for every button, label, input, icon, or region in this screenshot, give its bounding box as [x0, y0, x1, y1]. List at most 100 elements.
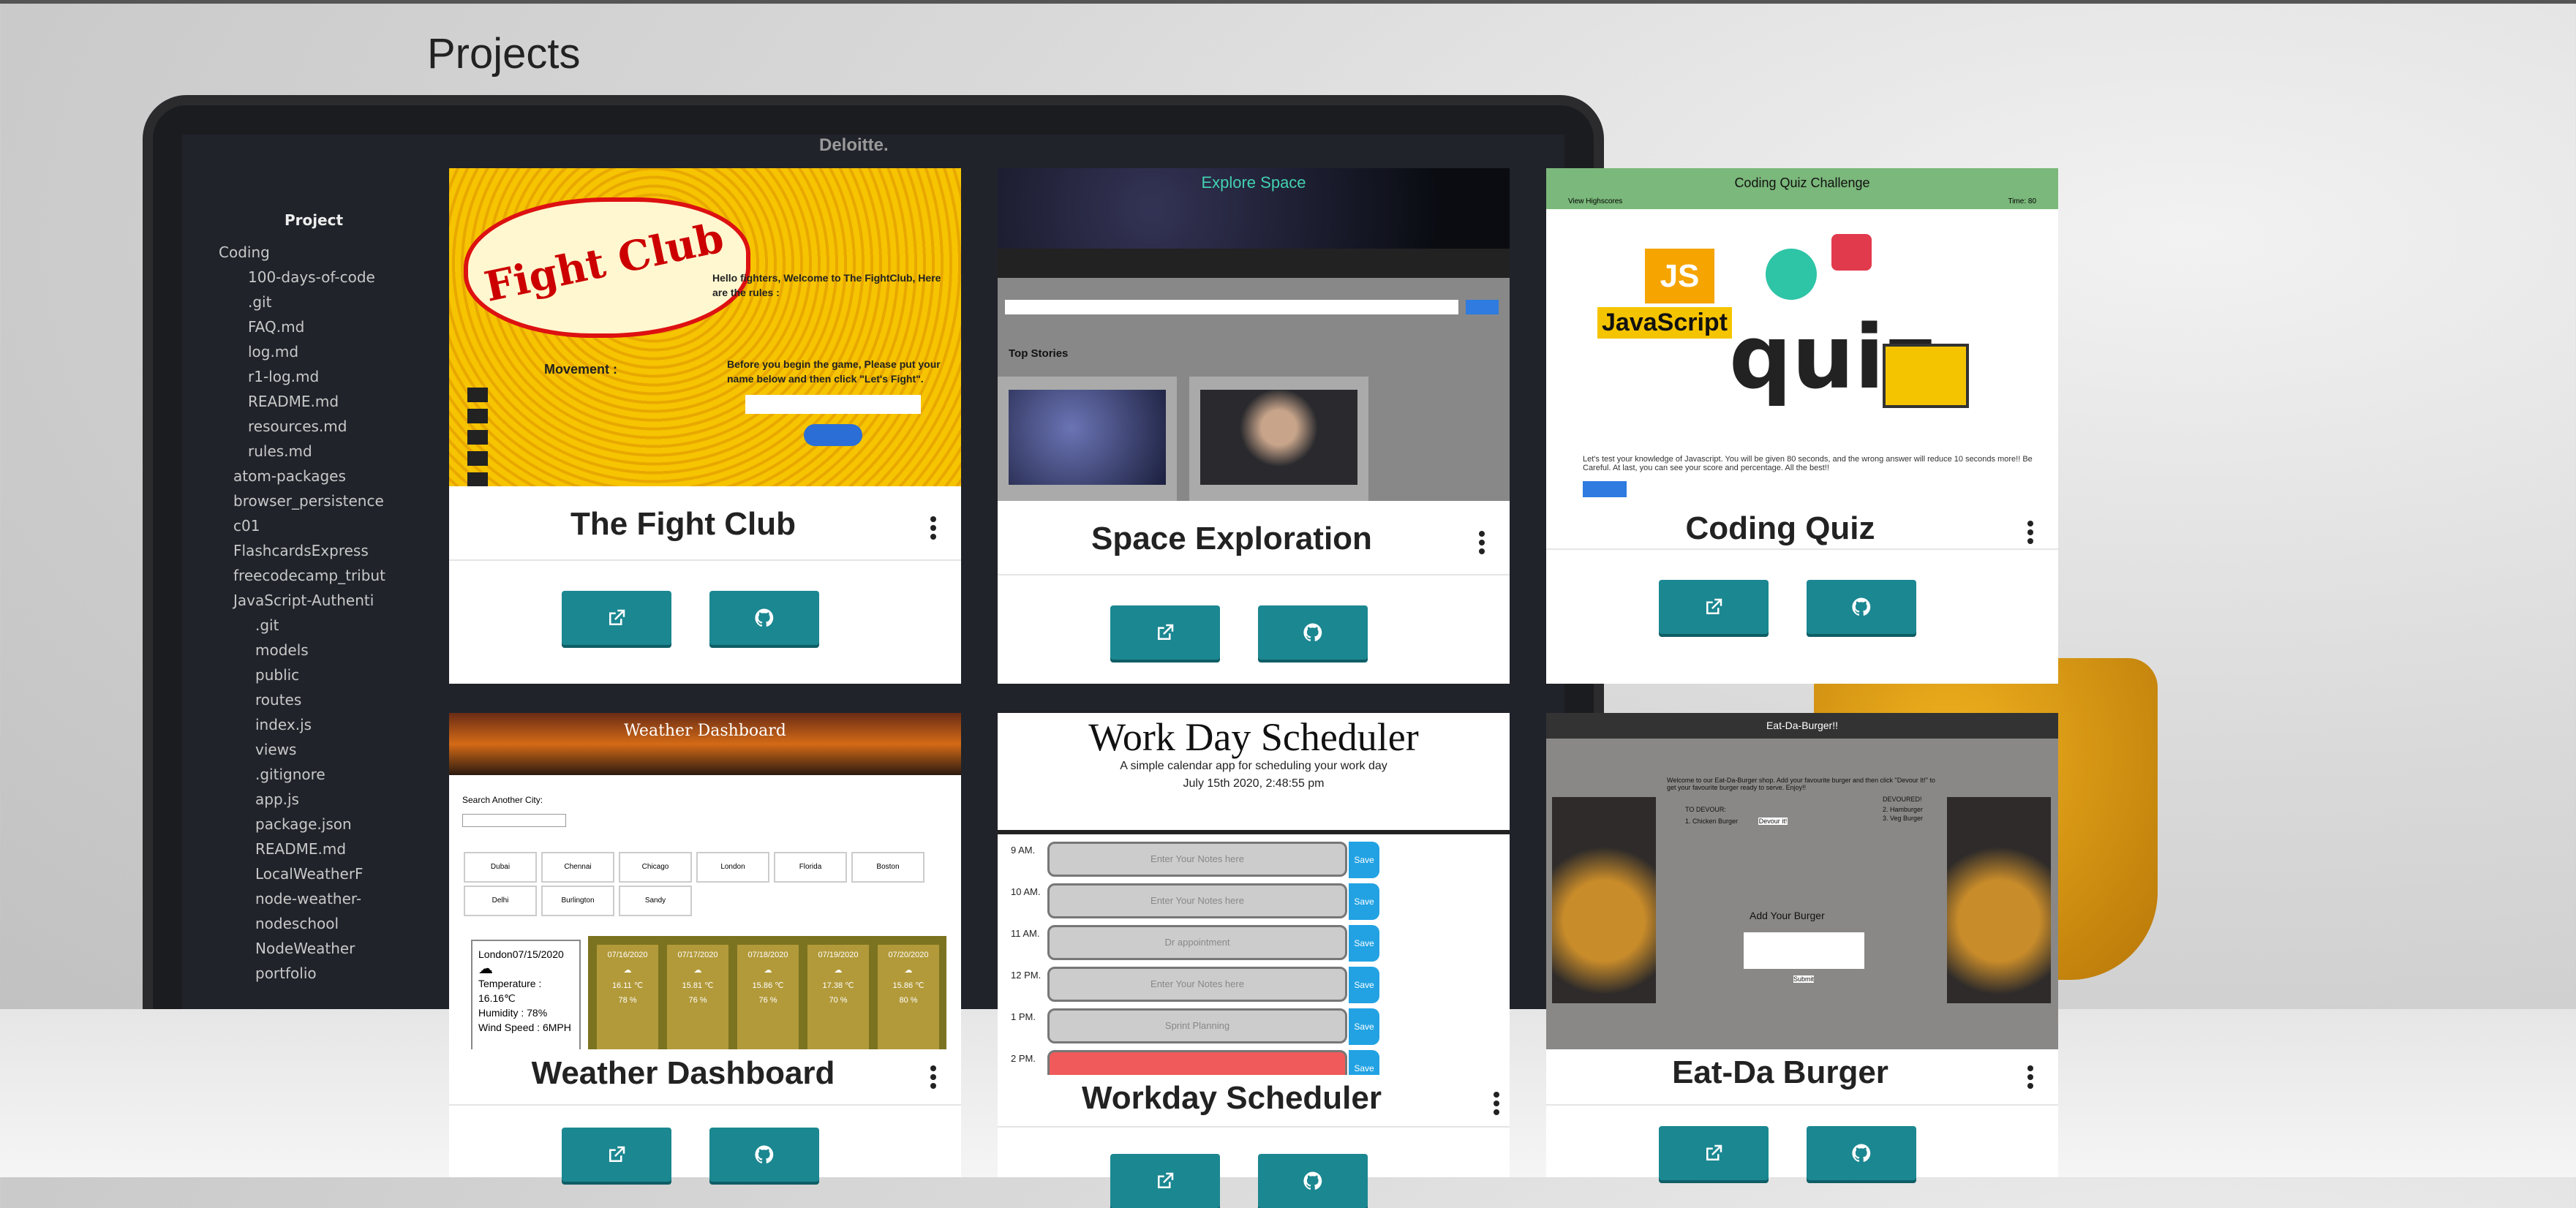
- fight-club-begin: Before you begin the game, Please put yo…: [727, 358, 941, 385]
- scheduler-note: Enter Your Notes here: [1047, 842, 1347, 877]
- exclamation-icon: [1831, 234, 1872, 271]
- live-site-button[interactable]: [1659, 1126, 1769, 1180]
- live-site-button[interactable]: [1110, 605, 1220, 660]
- space-search-input: [1005, 300, 1458, 314]
- github-button[interactable]: [709, 1128, 819, 1182]
- fight-club-name-input: [745, 395, 921, 414]
- tree-item: README.md: [248, 393, 339, 410]
- live-site-button[interactable]: [562, 1128, 671, 1182]
- forecast-temp: 15.86 ℃: [752, 981, 784, 990]
- quiz-instructions: Let's test your knowledge of Javascript.…: [1583, 455, 2033, 472]
- forecast-humidity: 70 %: [829, 996, 848, 1005]
- burger-to-devour-item: 1. Chicken Burger: [1685, 818, 1739, 825]
- laptop-icon: [1883, 344, 1969, 408]
- scheduler-hour: 11 AM.: [1011, 928, 1040, 939]
- scheduler-row: 12 PM. Enter Your Notes here Save: [998, 964, 1510, 1005]
- burger-add-label: Add Your Burger: [1750, 910, 1825, 921]
- scheduler-hour: 12 PM.: [1011, 970, 1042, 981]
- scheduler-note: Dr appointment: [1047, 925, 1347, 960]
- tree-item: LocalWeatherF: [255, 865, 364, 883]
- quiz-logo-javascript: JavaScript: [1597, 307, 1732, 339]
- project-title: Coding Quiz: [1685, 510, 1875, 546]
- github-button[interactable]: [1258, 1154, 1368, 1208]
- forecast-date: 07/16/2020: [607, 951, 648, 959]
- github-icon: [1303, 623, 1322, 641]
- card-divider: [998, 574, 1510, 575]
- more-vert-icon[interactable]: [2027, 521, 2033, 547]
- quiz-logo: JS JavaScript quiz: [1583, 234, 1969, 424]
- scheduler-note: Enter Your Notes here: [1047, 883, 1347, 918]
- project-card-space-exploration: Explore Space Top Stories Space Explorat…: [998, 168, 1510, 684]
- project-title: Space Exploration: [1091, 521, 1372, 556]
- burger-devoured-item-2: 3. Veg Burger: [1883, 815, 1924, 822]
- burger-body: Welcome to our Eat-Da-Burger shop. Add y…: [1546, 739, 2058, 1049]
- tree-item: app.js: [255, 790, 299, 808]
- tree-item: .git: [255, 616, 279, 634]
- scheduler-save-button: Save: [1349, 842, 1379, 878]
- weather-city-button: Florida: [774, 852, 847, 883]
- github-button[interactable]: [1807, 1126, 1916, 1180]
- weather-city-button: London: [696, 852, 769, 883]
- project-screenshot[interactable]: Eat-Da-Burger!! Welcome to our Eat-Da-Bu…: [1546, 713, 2058, 1049]
- project-title: Eat-Da Burger: [1672, 1054, 1888, 1090]
- tree-item: freecodecamp_tribut: [233, 567, 385, 584]
- cloud-icon: ☁: [693, 966, 702, 975]
- tree-item: browser_persistence: [233, 492, 384, 510]
- more-vert-icon[interactable]: [930, 1065, 936, 1092]
- scheduler-save-button: Save: [1349, 1008, 1379, 1045]
- tree-item: nodeschool: [255, 915, 339, 932]
- tree-item: log.md: [248, 343, 299, 360]
- github-button[interactable]: [1807, 580, 1916, 634]
- tree-item: index.js: [255, 716, 312, 733]
- more-vert-icon[interactable]: [1479, 531, 1485, 557]
- tree-item: resources.md: [248, 418, 347, 435]
- scheduler-hour: 2 PM.: [1011, 1053, 1036, 1064]
- external-link-icon: [1158, 1172, 1174, 1188]
- cloud-icon: ☁: [834, 966, 843, 975]
- scheduler-hour: 10 AM.: [1011, 886, 1041, 897]
- burger-to-devour: TO DEVOUR:: [1685, 806, 1726, 813]
- weather-today-wind: Wind Speed : 6MPH: [478, 1022, 571, 1033]
- burger-header: Eat-Da-Burger!!: [1546, 713, 2058, 739]
- space-nav: [998, 249, 1510, 278]
- github-button[interactable]: [1258, 605, 1368, 660]
- cloud-icon: ☁: [764, 966, 772, 975]
- tree-item: c01: [233, 517, 260, 535]
- weather-today-humidity: Humidity : 78%: [478, 1007, 548, 1019]
- project-title: Weather Dashboard: [531, 1055, 835, 1091]
- tree-item: JavaScript-Authenti: [233, 592, 374, 609]
- check-icon: [1766, 249, 1817, 300]
- more-vert-icon[interactable]: [1494, 1092, 1499, 1118]
- more-vert-icon[interactable]: [2027, 1065, 2033, 1092]
- weather-city-button: Boston: [851, 852, 924, 883]
- project-screenshot[interactable]: Weather Dashboard Search Another City: D…: [449, 713, 961, 1049]
- weather-header: Weather Dashboard: [449, 713, 961, 775]
- github-button[interactable]: [709, 591, 819, 645]
- tree-item: portfolio: [255, 964, 317, 982]
- card-divider: [1546, 1104, 2058, 1106]
- space-video-2: [1189, 377, 1368, 501]
- card-divider: [998, 1126, 1510, 1128]
- live-site-button[interactable]: [562, 591, 671, 645]
- tree-item: .gitignore: [255, 766, 325, 783]
- project-screenshot[interactable]: Coding Quiz Challenge View Highscores Ti…: [1546, 168, 2058, 512]
- project-screenshot[interactable]: Fight Club Hello fighters, Welcome to Th…: [449, 168, 961, 486]
- weather-forecast-day: 07/18/2020 ☁ 15.86 ℃ 76 %: [737, 945, 799, 1049]
- fight-club-logo: Fight Club: [464, 197, 750, 338]
- weather-today: London07/15/2020 ☁ Temperature : 16.16℃ …: [471, 940, 581, 1049]
- tree-item: FAQ.md: [248, 318, 305, 336]
- scheduler-title: Work Day Scheduler: [1088, 715, 1419, 759]
- weather-city-button: Dubai: [464, 852, 537, 883]
- scheduler-note: Sprint Planning: [1047, 1008, 1347, 1043]
- project-screenshot[interactable]: Work Day Scheduler A simple calendar app…: [998, 713, 1510, 1075]
- project-screenshot[interactable]: Explore Space Top Stories: [998, 168, 1510, 501]
- weather-forecast-day: 07/17/2020 ☁ 15.81 ℃ 76 %: [667, 945, 728, 1049]
- live-site-button[interactable]: [1659, 580, 1769, 634]
- live-site-button[interactable]: [1110, 1154, 1220, 1208]
- burger-devour-button: Devour it!: [1758, 818, 1788, 825]
- forecast-humidity: 76 %: [758, 996, 777, 1005]
- github-icon: [1852, 1144, 1871, 1162]
- external-link-icon: [1706, 1144, 1722, 1160]
- tree-item: models: [255, 641, 309, 659]
- more-vert-icon[interactable]: [930, 516, 936, 543]
